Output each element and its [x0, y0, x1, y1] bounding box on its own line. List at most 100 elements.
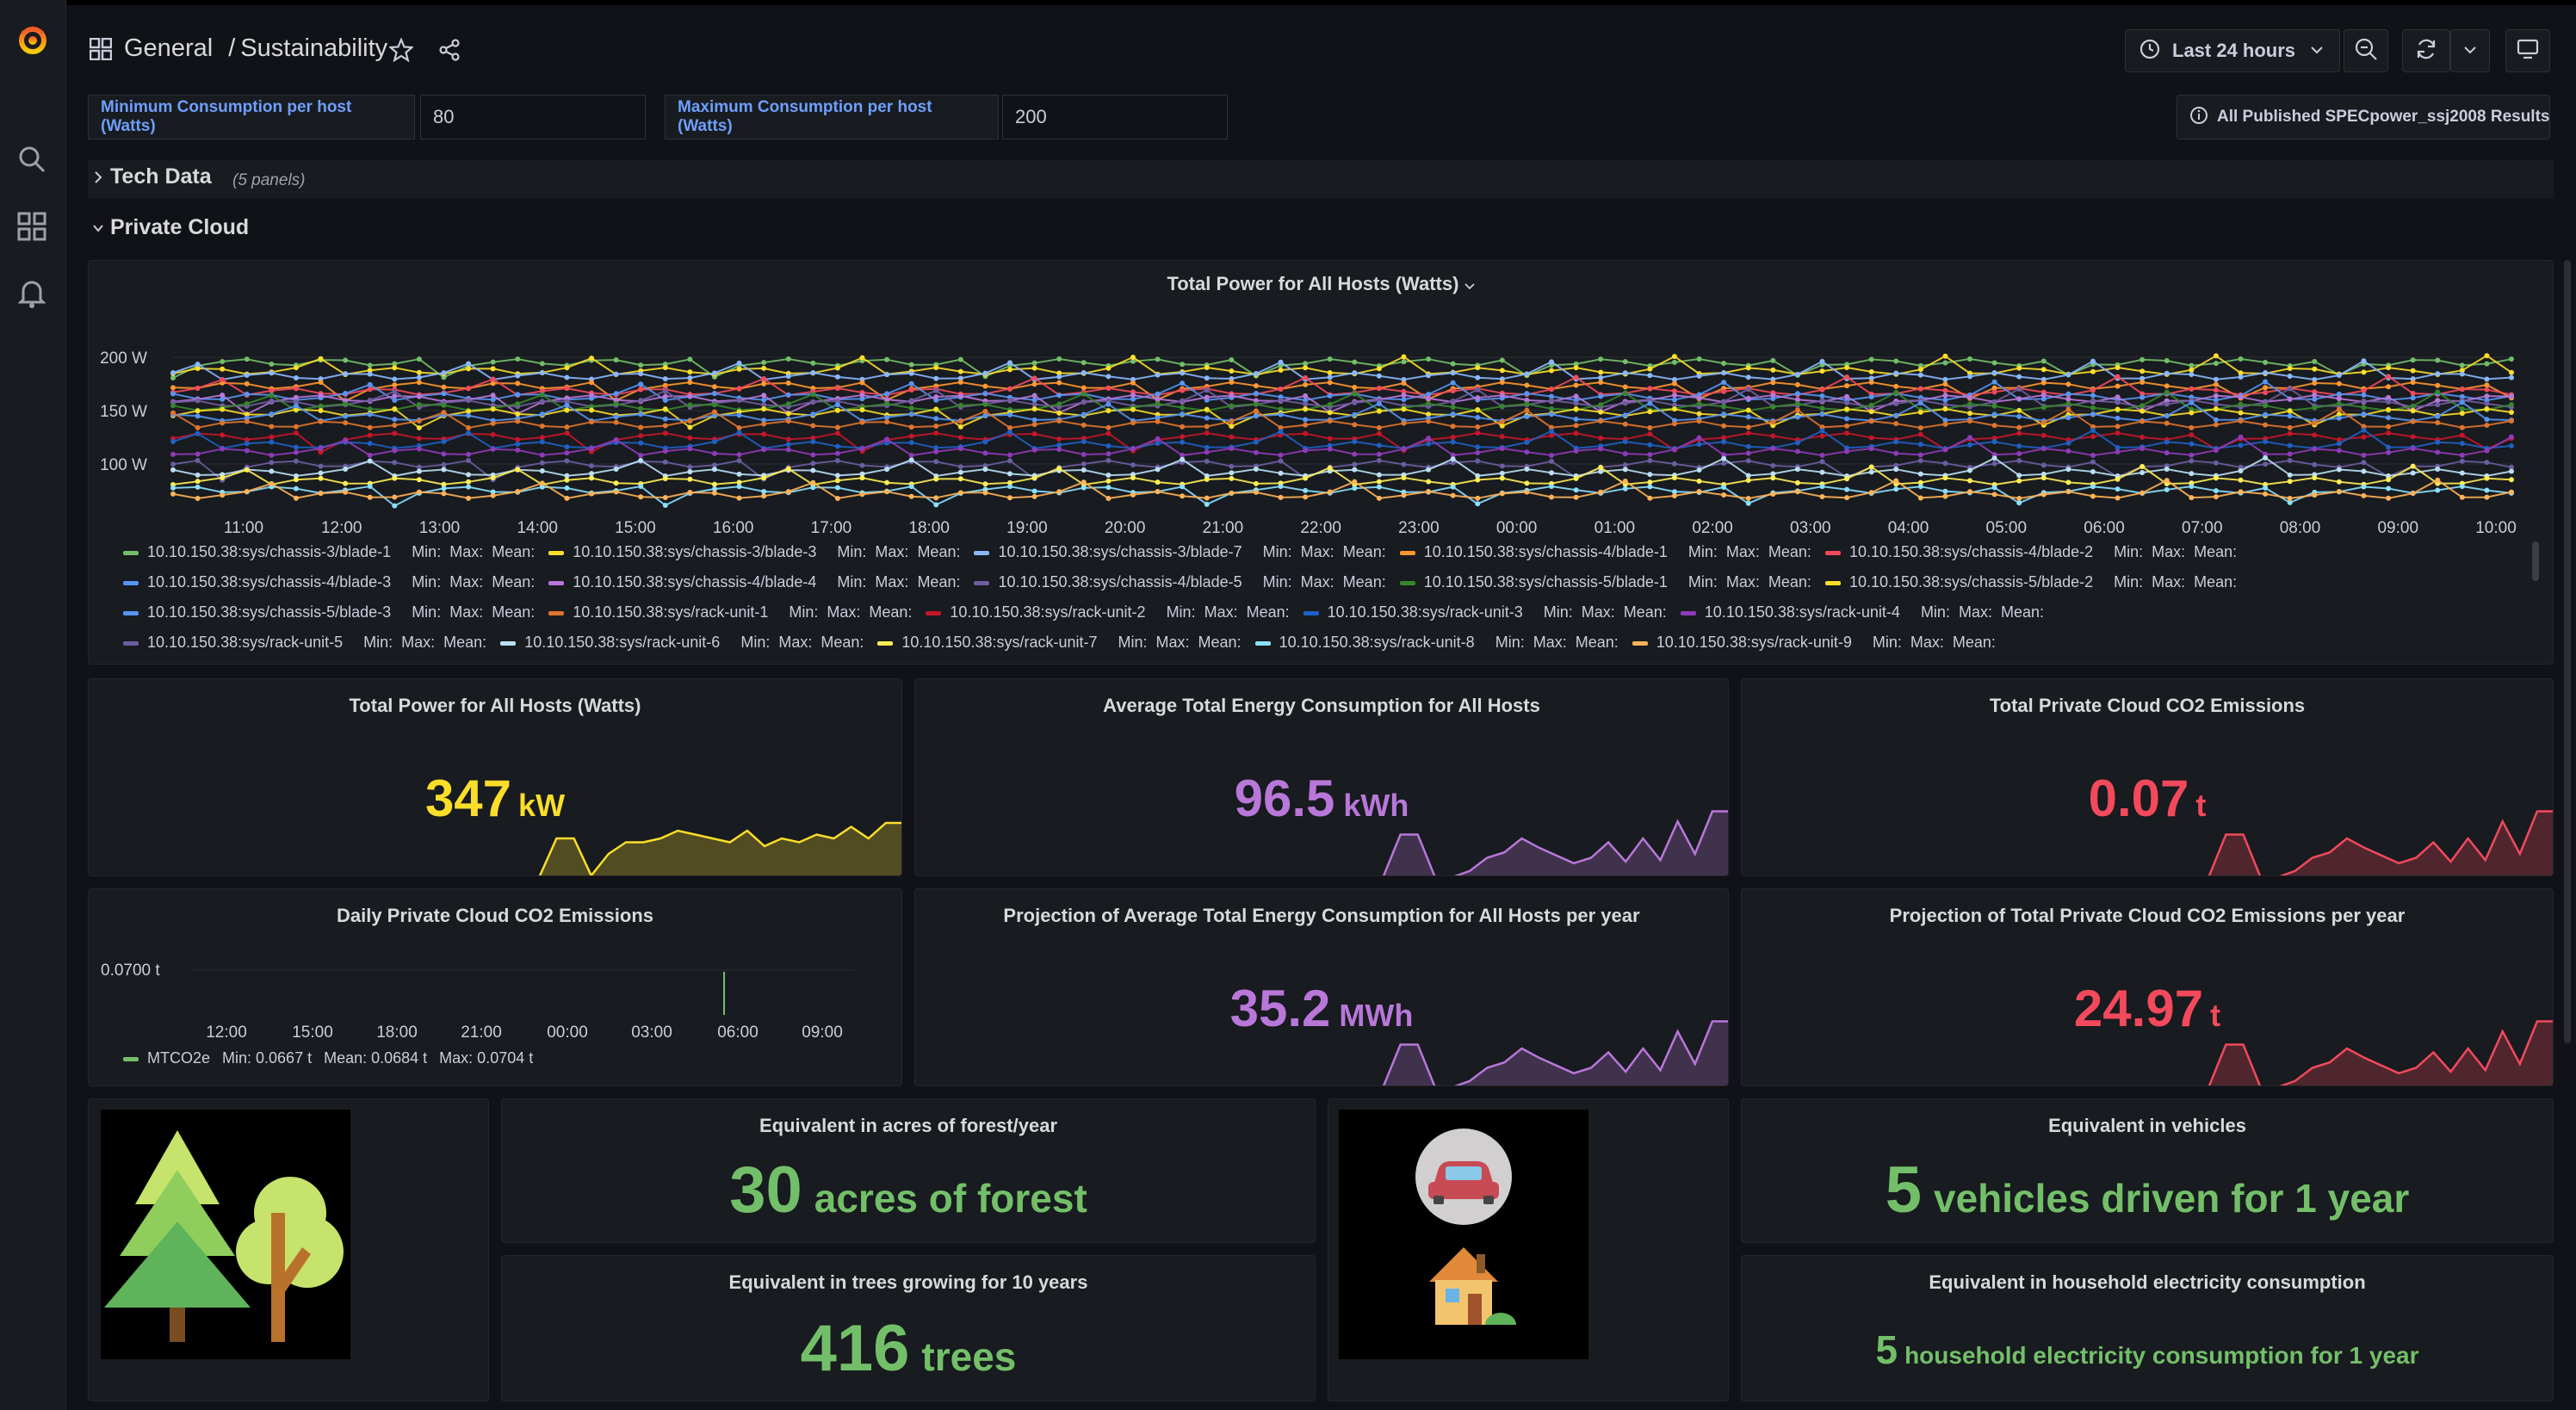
legend-item[interactable]: 10.10.150.38:sys/chassis-3/blade-1 Min: …: [123, 543, 535, 573]
series-point: [1942, 353, 1948, 359]
dashboards-icon[interactable]: [17, 212, 46, 245]
series-point: [1253, 391, 1259, 397]
legend-item[interactable]: 10.10.150.38:sys/chassis-5/blade-2 Min: …: [1824, 573, 2237, 603]
series-point: [2435, 413, 2441, 419]
legend-item[interactable]: 10.10.150.38:sys/chassis-3/blade-3 Min: …: [548, 543, 960, 573]
series-point: [2065, 415, 2071, 421]
series-point: [933, 459, 939, 465]
legend-item[interactable]: 10.10.150.38:sys/rack-unit-5 Min: Max: M…: [123, 634, 486, 664]
series-point: [441, 410, 447, 416]
row-private-cloud[interactable]: Private Cloud: [88, 212, 432, 246]
legend-swatch: [123, 610, 139, 615]
series-point: [1253, 489, 1259, 495]
series-point: [687, 402, 693, 408]
legend-item[interactable]: 10.10.150.38:sys/rack-unit-3 Min: Max: M…: [1303, 603, 1667, 634]
series-point: [933, 476, 939, 482]
variable-min-input[interactable]: 80: [420, 95, 646, 139]
x-tick-label: 16:00: [713, 519, 754, 537]
series-point: [1573, 382, 1579, 388]
series-point: [1991, 411, 1997, 417]
legend-scrollbar[interactable]: [2532, 541, 2539, 581]
legend-item[interactable]: 10.10.150.38:sys/rack-unit-6 Min: Max: M…: [500, 634, 864, 664]
legend-item[interactable]: 10.10.150.38:sys/rack-unit-7 Min: Max: M…: [877, 634, 1242, 664]
legend-item[interactable]: 10.10.150.38:sys/rack-unit-8 Min: Max: M…: [1254, 634, 1619, 664]
series-point: [859, 419, 865, 425]
series-point: [2164, 413, 2170, 419]
legend-item[interactable]: 10.10.150.38:sys/chassis-4/blade-2 Min: …: [1824, 543, 2237, 573]
legend-name: 10.10.150.38:sys/rack-unit-2: [950, 603, 1146, 621]
series-point: [2312, 366, 2318, 372]
tv-mode-button[interactable]: [2505, 29, 2550, 72]
star-icon[interactable]: [387, 37, 415, 66]
series-point: [884, 479, 890, 485]
time-picker-button[interactable]: Last 24 hours: [2125, 29, 2340, 72]
variable-max-label: Maximum Consumption per host (Watts): [665, 95, 999, 139]
series-point: [2336, 391, 2342, 397]
series-point: [1155, 396, 1161, 402]
legend-item[interactable]: 10.10.150.38:sys/chassis-4/blade-4 Min: …: [548, 573, 960, 603]
series-point: [1105, 374, 1112, 380]
series-point: [1303, 393, 1309, 399]
legend-item[interactable]: 10.10.150.38:sys/chassis-3/blade-7 Min: …: [974, 543, 1386, 573]
legend-item[interactable]: 10.10.150.38:sys/chassis-4/blade-1 Min: …: [1399, 543, 1811, 573]
legend-item[interactable]: 10.10.150.38:sys/chassis-5/blade-3 Min: …: [123, 603, 535, 634]
zoom-out-button[interactable]: [2344, 29, 2388, 72]
series-point: [2386, 406, 2392, 412]
spec-results-link[interactable]: All Published SPECpower_ssj2008 Results: [2177, 95, 2550, 139]
series-point: [982, 391, 988, 397]
series-line: [170, 356, 2514, 380]
series-point: [1770, 446, 1776, 452]
series-point: [392, 365, 398, 371]
series-point: [2312, 393, 2318, 399]
legend-swatch: [1399, 550, 1415, 555]
series-point: [1819, 493, 1825, 499]
series-point: [1204, 406, 1210, 412]
share-icon[interactable]: [437, 38, 461, 66]
series-point: [638, 362, 644, 368]
series-point: [1770, 462, 1776, 468]
y-tick-label: 200 W: [100, 349, 147, 368]
series-point: [1376, 451, 1382, 457]
series-point: [2090, 434, 2096, 440]
legend-swatch: [1680, 610, 1696, 615]
series-point: [1081, 485, 1087, 491]
breadcrumb-dashboard[interactable]: Sustainability: [240, 34, 387, 62]
legend-item[interactable]: 10.10.150.38:sys/rack-unit-2 Min: Max: M…: [926, 603, 1290, 634]
series-point: [170, 410, 176, 416]
series-point: [1499, 434, 1505, 440]
series-point: [2459, 362, 2465, 368]
legend-item[interactable]: 10.10.150.38:sys/rack-unit-4 Min: Max: M…: [1680, 603, 2044, 634]
legend-item[interactable]: 10.10.150.38:sys/chassis-4/blade-3 Min: …: [123, 573, 535, 603]
series-point: [564, 477, 570, 483]
search-icon[interactable]: [17, 145, 46, 178]
series-point: [1229, 470, 1235, 476]
series-point: [785, 447, 791, 453]
row-tech-data[interactable]: Tech Data (5 panels): [88, 160, 2554, 198]
series-point: [2459, 484, 2465, 490]
series-point: [1819, 459, 1825, 465]
x-tick-label: 00:00: [1496, 519, 1538, 537]
bell-icon[interactable]: [17, 279, 46, 312]
x-tick-label: 18:00: [908, 519, 950, 537]
series-point: [1844, 486, 1850, 492]
legend-stats: Min: Max: Mean:: [1109, 634, 1242, 651]
legend-item[interactable]: 10.10.150.38:sys/rack-unit-9 Min: Max: M…: [1632, 634, 1996, 664]
legend-stats: Min: Max: Mean:: [1254, 543, 1386, 560]
daily-legend-item[interactable]: MTCO2e Min: 0.0667 t Mean: 0.0684 t Max: 0.…: [123, 1049, 533, 1067]
legend-item[interactable]: 10.10.150.38:sys/rack-unit-1 Min: Max: M…: [548, 603, 912, 634]
legend-item[interactable]: 10.10.150.38:sys/chassis-4/blade-5 Min: …: [974, 573, 1386, 603]
series-point: [2139, 368, 2146, 374]
series-point: [1696, 356, 1702, 362]
series-point: [1031, 365, 1037, 371]
refresh-interval-dropdown[interactable]: [2450, 29, 2490, 72]
series-point: [2164, 383, 2170, 389]
variable-max-input[interactable]: 200: [1002, 95, 1228, 139]
refresh-button[interactable]: [2402, 29, 2450, 72]
legend-item[interactable]: 10.10.150.38:sys/chassis-5/blade-1 Min: …: [1399, 573, 1811, 603]
series-point: [2312, 446, 2318, 452]
page-scrollbar[interactable]: [2564, 260, 2571, 1043]
breadcrumb-folder[interactable]: General: [124, 34, 213, 62]
series-point: [982, 401, 988, 407]
grafana-logo-icon[interactable]: [15, 21, 50, 63]
series-point: [2213, 494, 2219, 500]
